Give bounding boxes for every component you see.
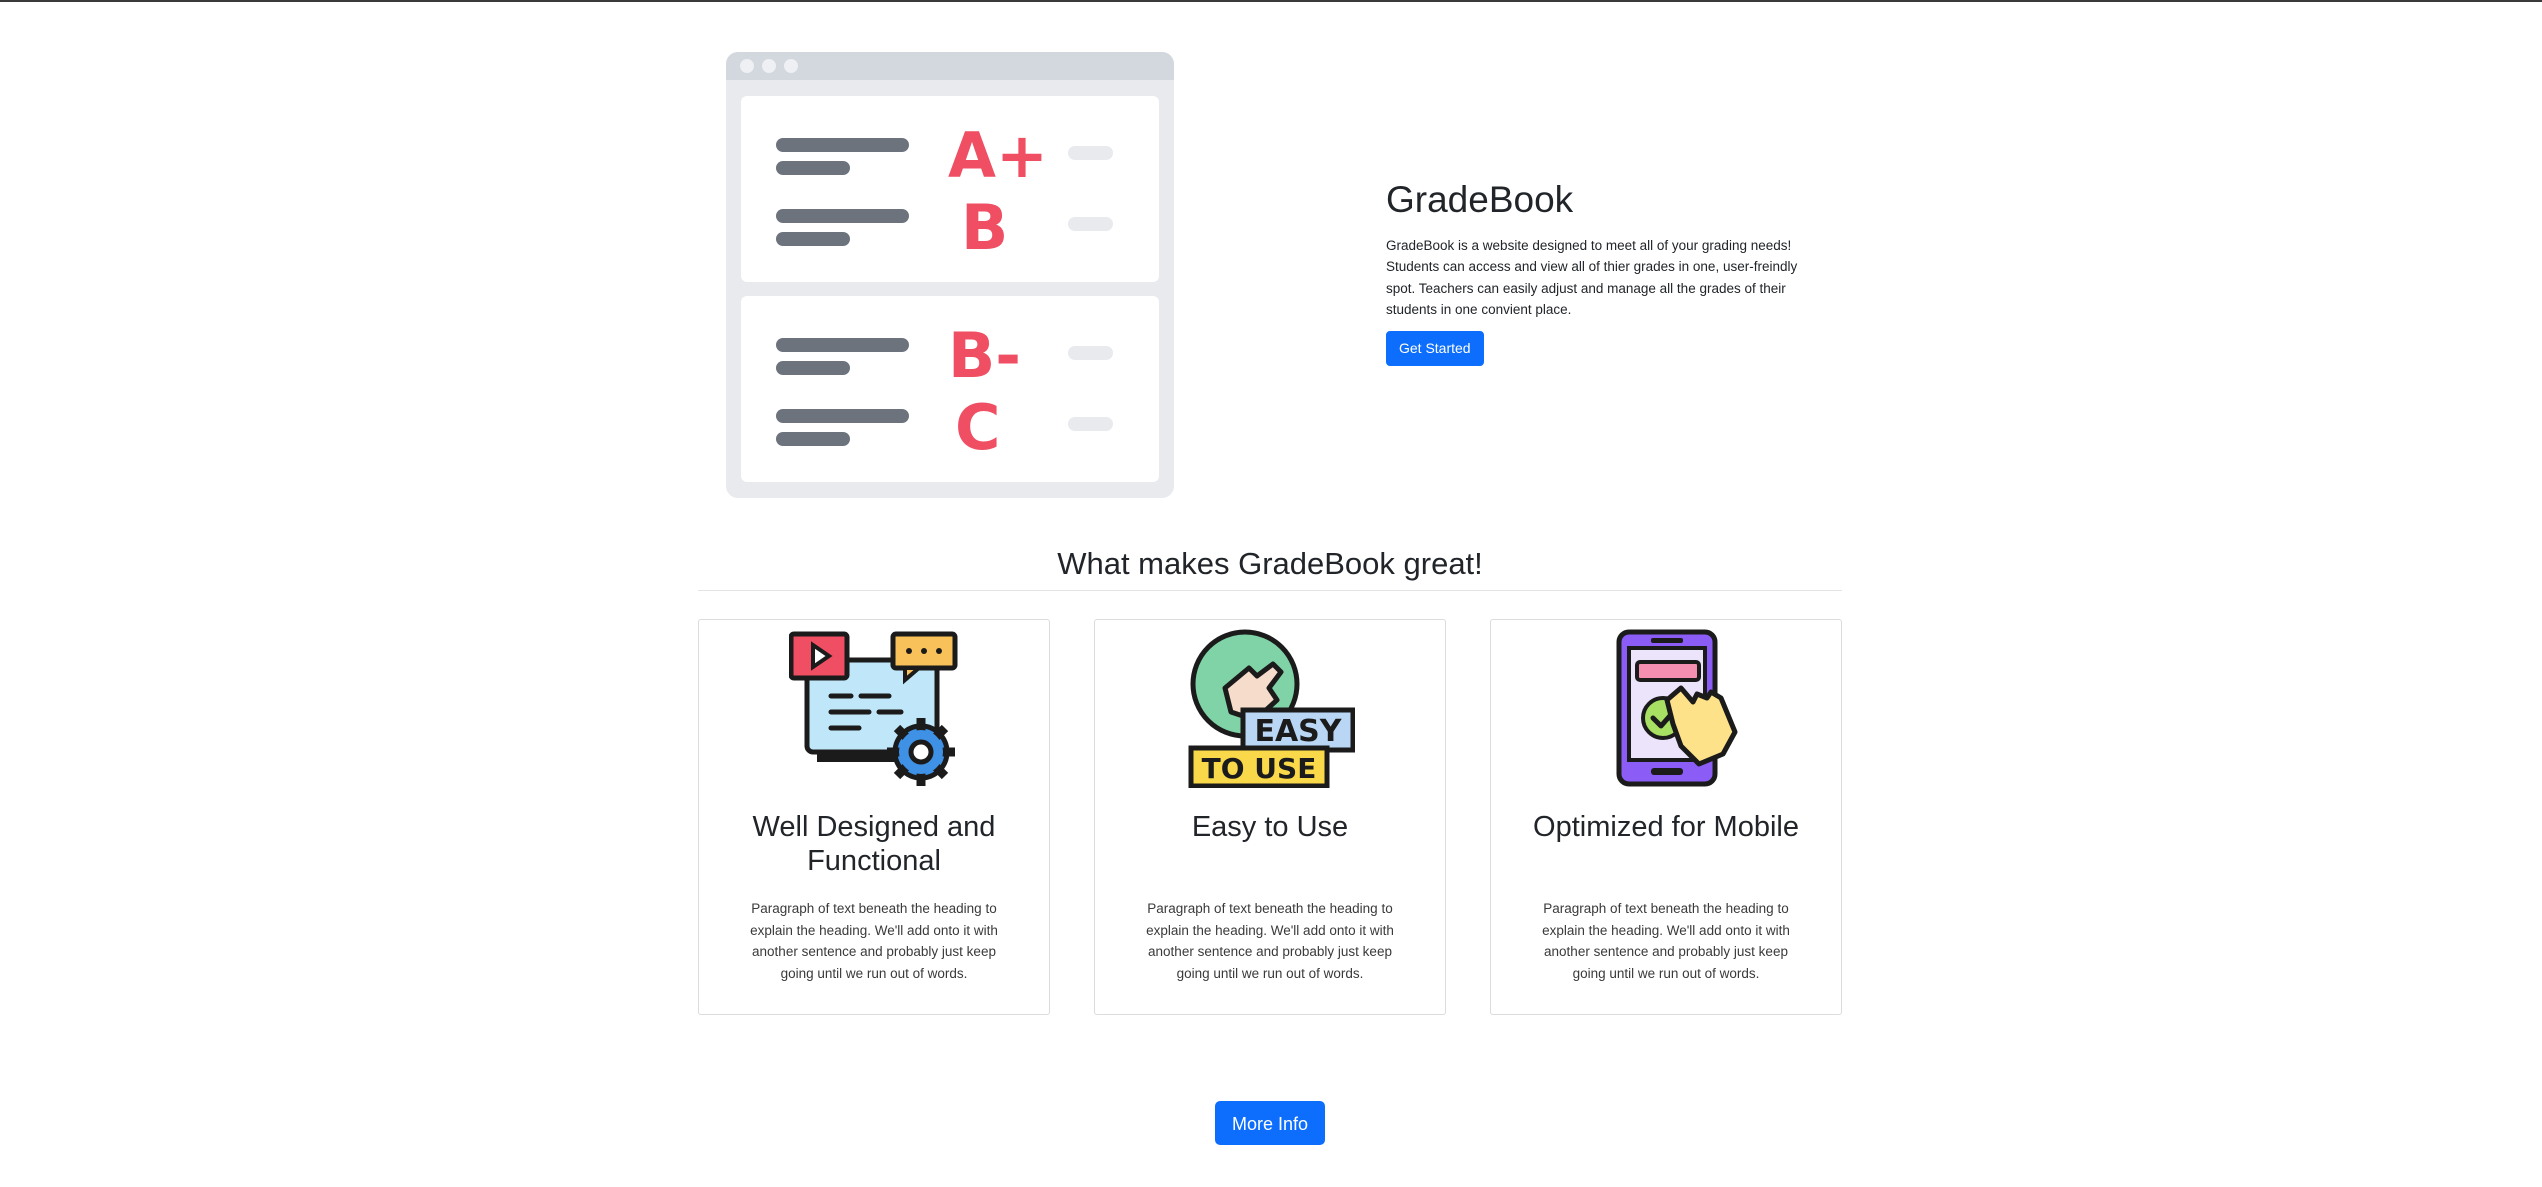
top-border xyxy=(0,0,2542,2)
hero-section: GradeBook GradeBook is a website designe… xyxy=(1386,179,1826,366)
features-divider xyxy=(698,590,1842,591)
feature-text: Paragraph of text beneath the heading to… xyxy=(750,901,998,981)
features-heading: What makes GradeBook great! xyxy=(1057,546,1483,581)
grade-c: C xyxy=(955,391,1001,464)
more-info-button[interactable]: More Info xyxy=(1215,1101,1325,1145)
get-started-button[interactable]: Get Started xyxy=(1386,330,1484,366)
to-use-badge-text: TO USE xyxy=(1202,752,1317,785)
feature-text: Paragraph of text beneath the heading to… xyxy=(1542,901,1790,981)
gradebook-illustration: A+ B B- C xyxy=(726,52,1174,498)
grade-a-plus: A+ xyxy=(948,119,1048,192)
settings-screen-icon xyxy=(789,631,958,786)
grade-b: B xyxy=(961,191,1008,264)
feature-card-designed: Well Designed and Functional Paragraph o… xyxy=(698,619,1050,1015)
feature-title: Easy to Use xyxy=(1191,811,1349,843)
hero-description: GradeBook is a website designed to meet … xyxy=(1386,237,1798,318)
feature-text: Paragraph of text beneath the heading to… xyxy=(1146,901,1394,981)
hero-title: GradeBook xyxy=(1386,179,1574,220)
feature-card-easy: EASY TO USE Easy to Use Paragraph of tex… xyxy=(1094,619,1446,1015)
feature-title: Optimized for Mobile xyxy=(1533,811,1799,843)
easy-badge-text: EASY xyxy=(1254,714,1342,749)
grade-b-minus: B- xyxy=(948,319,1021,392)
feature-card-mobile: Optimized for Mobile Paragraph of text b… xyxy=(1490,619,1842,1015)
feature-title: Well Designed and Functional xyxy=(752,811,996,877)
easy-to-use-icon: EASY TO USE xyxy=(1188,629,1355,788)
mobile-tap-icon xyxy=(1616,629,1738,787)
